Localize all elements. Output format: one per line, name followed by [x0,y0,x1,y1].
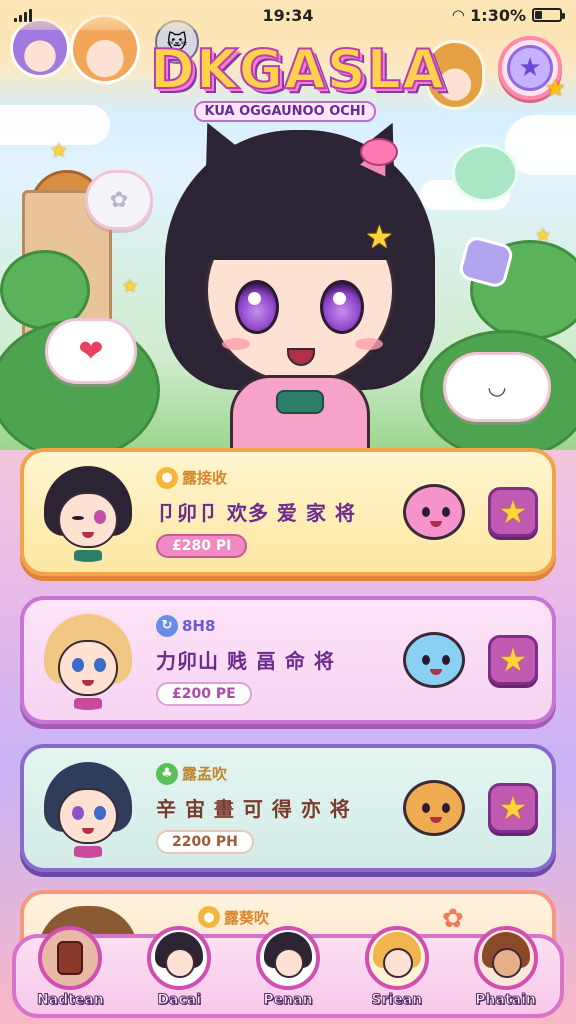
star-badge-icon: ★ [544,74,566,102]
blob-mascot-icon [392,618,476,702]
smile-bubble[interactable]: ◡ [443,352,551,422]
nav-item-phatain[interactable]: Phatain [456,926,556,1009]
battery-fill [535,11,543,19]
favorite-star-button[interactable]: ★ [488,635,538,685]
status-time: 19:34 [262,5,314,25]
dino-mascot-icon [392,470,476,554]
nav-item-dacai[interactable]: Dacai [129,926,229,1009]
card-title: 辛 宙 畫 可 得 亦 将 [156,796,351,821]
card-avatar [38,462,138,562]
card-tag: ● 露葵吹 [198,906,269,928]
sparkle-icon: ★ [122,276,139,297]
card-tag: ↻ 8H8 [156,614,392,637]
price-badge: £200 PE [156,681,252,706]
card-tag: ● 露接收 [156,466,392,489]
hero-character: ★ [150,110,450,465]
status-bar: 19:34 ◠ 1:30% [0,0,576,30]
avatar-icon [147,926,212,990]
left-eye [235,280,279,334]
food-icon [38,926,103,990]
battery-icon [532,8,565,22]
sparkle-icon: ★ [50,138,68,162]
card-avatar [38,758,138,858]
bow-tie [276,390,324,414]
app-logo: DKGASLA KUA OGGAUNOO OCHI [149,38,445,122]
avatar-icon [255,926,320,990]
card-title: 卩卯卩 欢多 爱 家 将 [156,500,356,525]
swirl-icon: ↻ [156,614,178,637]
blush [222,338,250,350]
flower-icon: ✿ [442,904,464,934]
bottom-nav: Nadtean Dacai Penan Sriean Phatain [12,926,564,1018]
deer-mascot-icon [392,766,476,850]
favorites-button[interactable]: ★ ★ [498,36,566,102]
favorite-star-button[interactable]: ★ [488,783,538,833]
heart-bubble[interactable]: ❤ [45,318,137,384]
chick-bubble[interactable]: ✿ [85,170,153,230]
nav-item-nadtean[interactable]: Nadtean [20,926,120,1009]
character-card[interactable]: ↻ 8H8 力卯山 贱 畐 命 将 £200 PE ★ [20,596,556,724]
chick-icon: ● [156,466,178,489]
price-badge: £280 PI [156,533,248,558]
logo-text: DKGASLA [149,38,445,101]
character-card[interactable]: ♣ 露孟吹 辛 宙 畫 可 得 亦 将 2200 PH ★ [20,744,556,872]
hair-clip [360,138,398,166]
favorite-star-button[interactable]: ★ [488,487,538,537]
green-sticker[interactable] [452,144,518,202]
bear-icon [473,926,538,990]
character-card[interactable]: ● 露接收 卩卯卩 欢多 爱 家 将 £280 PI ★ [20,448,556,576]
nav-item-sriean[interactable]: Sriean [347,926,447,1009]
logo-subtitle: KUA OGGAUNOO OCHI [194,101,376,122]
chick-icon: ● [198,906,220,928]
clover-icon: ♣ [156,762,178,785]
fox-icon [364,926,429,990]
nav-item-penan[interactable]: Penan [238,926,338,1009]
card-tag: ♣ 露孟吹 [156,762,392,785]
sparkle-icon: ★ [535,225,552,246]
card-title: 力卯山 贱 畐 命 将 [156,648,335,673]
price-badge: 2200 PH [156,829,254,854]
star-hairpin-icon: ★ [365,218,394,256]
card-avatar [38,610,138,710]
right-eye [320,280,364,334]
blush [355,338,383,350]
